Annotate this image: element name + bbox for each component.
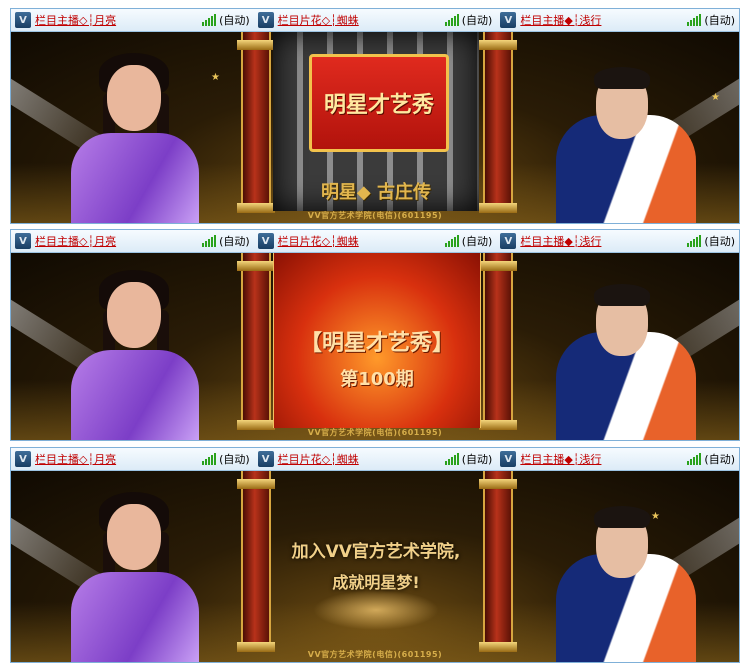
signal-strength-icon <box>202 14 217 26</box>
host-slot[interactable]: V 栏目片花◇┆蜘蛛 (自动) <box>254 12 497 28</box>
host-video-female <box>59 270 209 440</box>
video-panel-3: V 栏目主播◇┆月亮 (自动) V 栏目片花◇┆蜘蛛 (自动) V 栏目主播◆┆… <box>10 447 740 663</box>
studio-watermark: VV官方艺术学院(电信)(601195) <box>307 211 443 220</box>
stage-pillar <box>479 32 517 213</box>
title-screen: 加入VV官方艺术学院, 成就明星梦! <box>273 471 479 650</box>
star-icon: ★ <box>711 92 720 103</box>
host-slot[interactable]: V 栏目主播◇┆月亮 (自动) <box>11 12 254 28</box>
mode-label: (自动) <box>704 453 736 466</box>
video-stage[interactable]: ★ ★ 明星才艺秀 明星◆ 古庄传 VV官方艺术学院(电信)(601195) <box>11 32 739 223</box>
slogan-line-1: 加入VV官方艺术学院, <box>291 542 461 562</box>
host-name-link[interactable]: 栏目主播◆┆浅行 <box>520 451 601 467</box>
host-slot[interactable]: V 栏目主播◇┆月亮 (自动) <box>11 233 254 249</box>
slogan-line-2: 成就明星梦! <box>332 573 420 592</box>
signal-strength-icon <box>444 14 459 26</box>
episode-number: 第100期 <box>340 369 414 390</box>
host-slot[interactable]: V 栏目主播◆┆浅行 (自动) <box>496 451 739 467</box>
mode-label: (自动) <box>704 235 736 248</box>
vv-logo-icon: V <box>500 12 517 28</box>
host-video-male <box>546 492 696 662</box>
vv-logo-icon: V <box>257 12 274 28</box>
host-bar: V 栏目主播◇┆月亮 (自动) V 栏目片花◇┆蜘蛛 (自动) V 栏目主播◆┆… <box>11 9 739 32</box>
video-panel-2: V 栏目主播◇┆月亮 (自动) V 栏目片花◇┆蜘蛛 (自动) V 栏目主播◆┆… <box>10 229 740 441</box>
show-ribbon: 明星◆ 古庄传 <box>320 182 432 203</box>
stage-pillar <box>237 32 275 213</box>
signal-strength-icon <box>202 235 217 247</box>
vv-logo-icon: V <box>500 233 517 249</box>
host-name-link[interactable]: 栏目主播◇┆月亮 <box>35 233 116 249</box>
video-panel-1: V 栏目主播◇┆月亮 (自动) V 栏目片花◇┆蜘蛛 (自动) V 栏目主播◆┆… <box>10 8 740 224</box>
vv-logo-icon: V <box>257 233 274 249</box>
host-video-female <box>59 492 209 662</box>
host-name-link[interactable]: 栏目片花◇┆蜘蛛 <box>278 233 359 249</box>
host-video-female <box>59 53 209 223</box>
stage-pillar <box>479 253 517 430</box>
title-screen: 【明星才艺秀】 第100期 <box>273 253 481 428</box>
studio-watermark: VV官方艺术学院(电信)(601195) <box>307 650 443 659</box>
host-name-link[interactable]: 栏目片花◇┆蜘蛛 <box>278 451 359 467</box>
mode-label: (自动) <box>461 453 493 466</box>
vv-logo-icon: V <box>15 233 31 249</box>
show-title: 【明星才艺秀】 <box>299 331 454 356</box>
signal-strength-icon <box>444 235 459 247</box>
host-slot[interactable]: V 栏目主播◆┆浅行 (自动) <box>496 233 739 249</box>
show-sign: 明星才艺秀 <box>309 54 449 152</box>
mode-label: (自动) <box>219 14 250 27</box>
vv-logo-icon: V <box>15 451 31 467</box>
signal-strength-icon <box>202 453 217 465</box>
host-slot[interactable]: V 栏目主播◇┆月亮 (自动) <box>11 451 254 467</box>
studio-watermark: VV官方艺术学院(电信)(601195) <box>307 428 443 437</box>
host-name-link[interactable]: 栏目主播◆┆浅行 <box>520 12 601 28</box>
host-video-male <box>546 270 696 440</box>
vv-logo-icon: V <box>257 451 274 467</box>
host-video-male <box>546 53 696 223</box>
signal-strength-icon <box>687 14 702 26</box>
mode-label: (自动) <box>219 235 250 248</box>
signal-strength-icon <box>444 453 459 465</box>
mode-label: (自动) <box>461 14 493 27</box>
mode-label: (自动) <box>461 235 493 248</box>
vv-logo-icon: V <box>500 451 517 467</box>
mode-label: (自动) <box>219 453 250 466</box>
title-screen: 明星才艺秀 明星◆ 古庄传 <box>273 32 479 211</box>
star-icon: ★ <box>211 72 220 83</box>
host-slot[interactable]: V 栏目片花◇┆蜘蛛 (自动) <box>254 233 497 249</box>
vv-logo-icon: V <box>15 12 31 28</box>
host-slot[interactable]: V 栏目片花◇┆蜘蛛 (自动) <box>254 451 497 467</box>
signal-strength-icon <box>687 235 702 247</box>
video-stage[interactable]: 【明星才艺秀】 第100期 VV官方艺术学院(电信)(601195) <box>11 253 739 440</box>
host-slot[interactable]: V 栏目主播◆┆浅行 (自动) <box>496 12 739 28</box>
mode-label: (自动) <box>704 14 736 27</box>
host-name-link[interactable]: 栏目主播◇┆月亮 <box>35 451 116 467</box>
host-name-link[interactable]: 栏目主播◆┆浅行 <box>520 233 601 249</box>
host-bar: V 栏目主播◇┆月亮 (自动) V 栏目片花◇┆蜘蛛 (自动) V 栏目主播◆┆… <box>11 230 739 253</box>
stage-pillar <box>237 253 275 430</box>
host-name-link[interactable]: 栏目片花◇┆蜘蛛 <box>278 12 359 28</box>
host-bar: V 栏目主播◇┆月亮 (自动) V 栏目片花◇┆蜘蛛 (自动) V 栏目主播◆┆… <box>11 448 739 471</box>
host-name-link[interactable]: 栏目主播◇┆月亮 <box>35 12 116 28</box>
video-stage[interactable]: ★ ★ 加入VV官方艺术学院, 成就明星梦! VV官方艺术学院(电信)(6011… <box>11 471 739 662</box>
signal-strength-icon <box>687 453 702 465</box>
